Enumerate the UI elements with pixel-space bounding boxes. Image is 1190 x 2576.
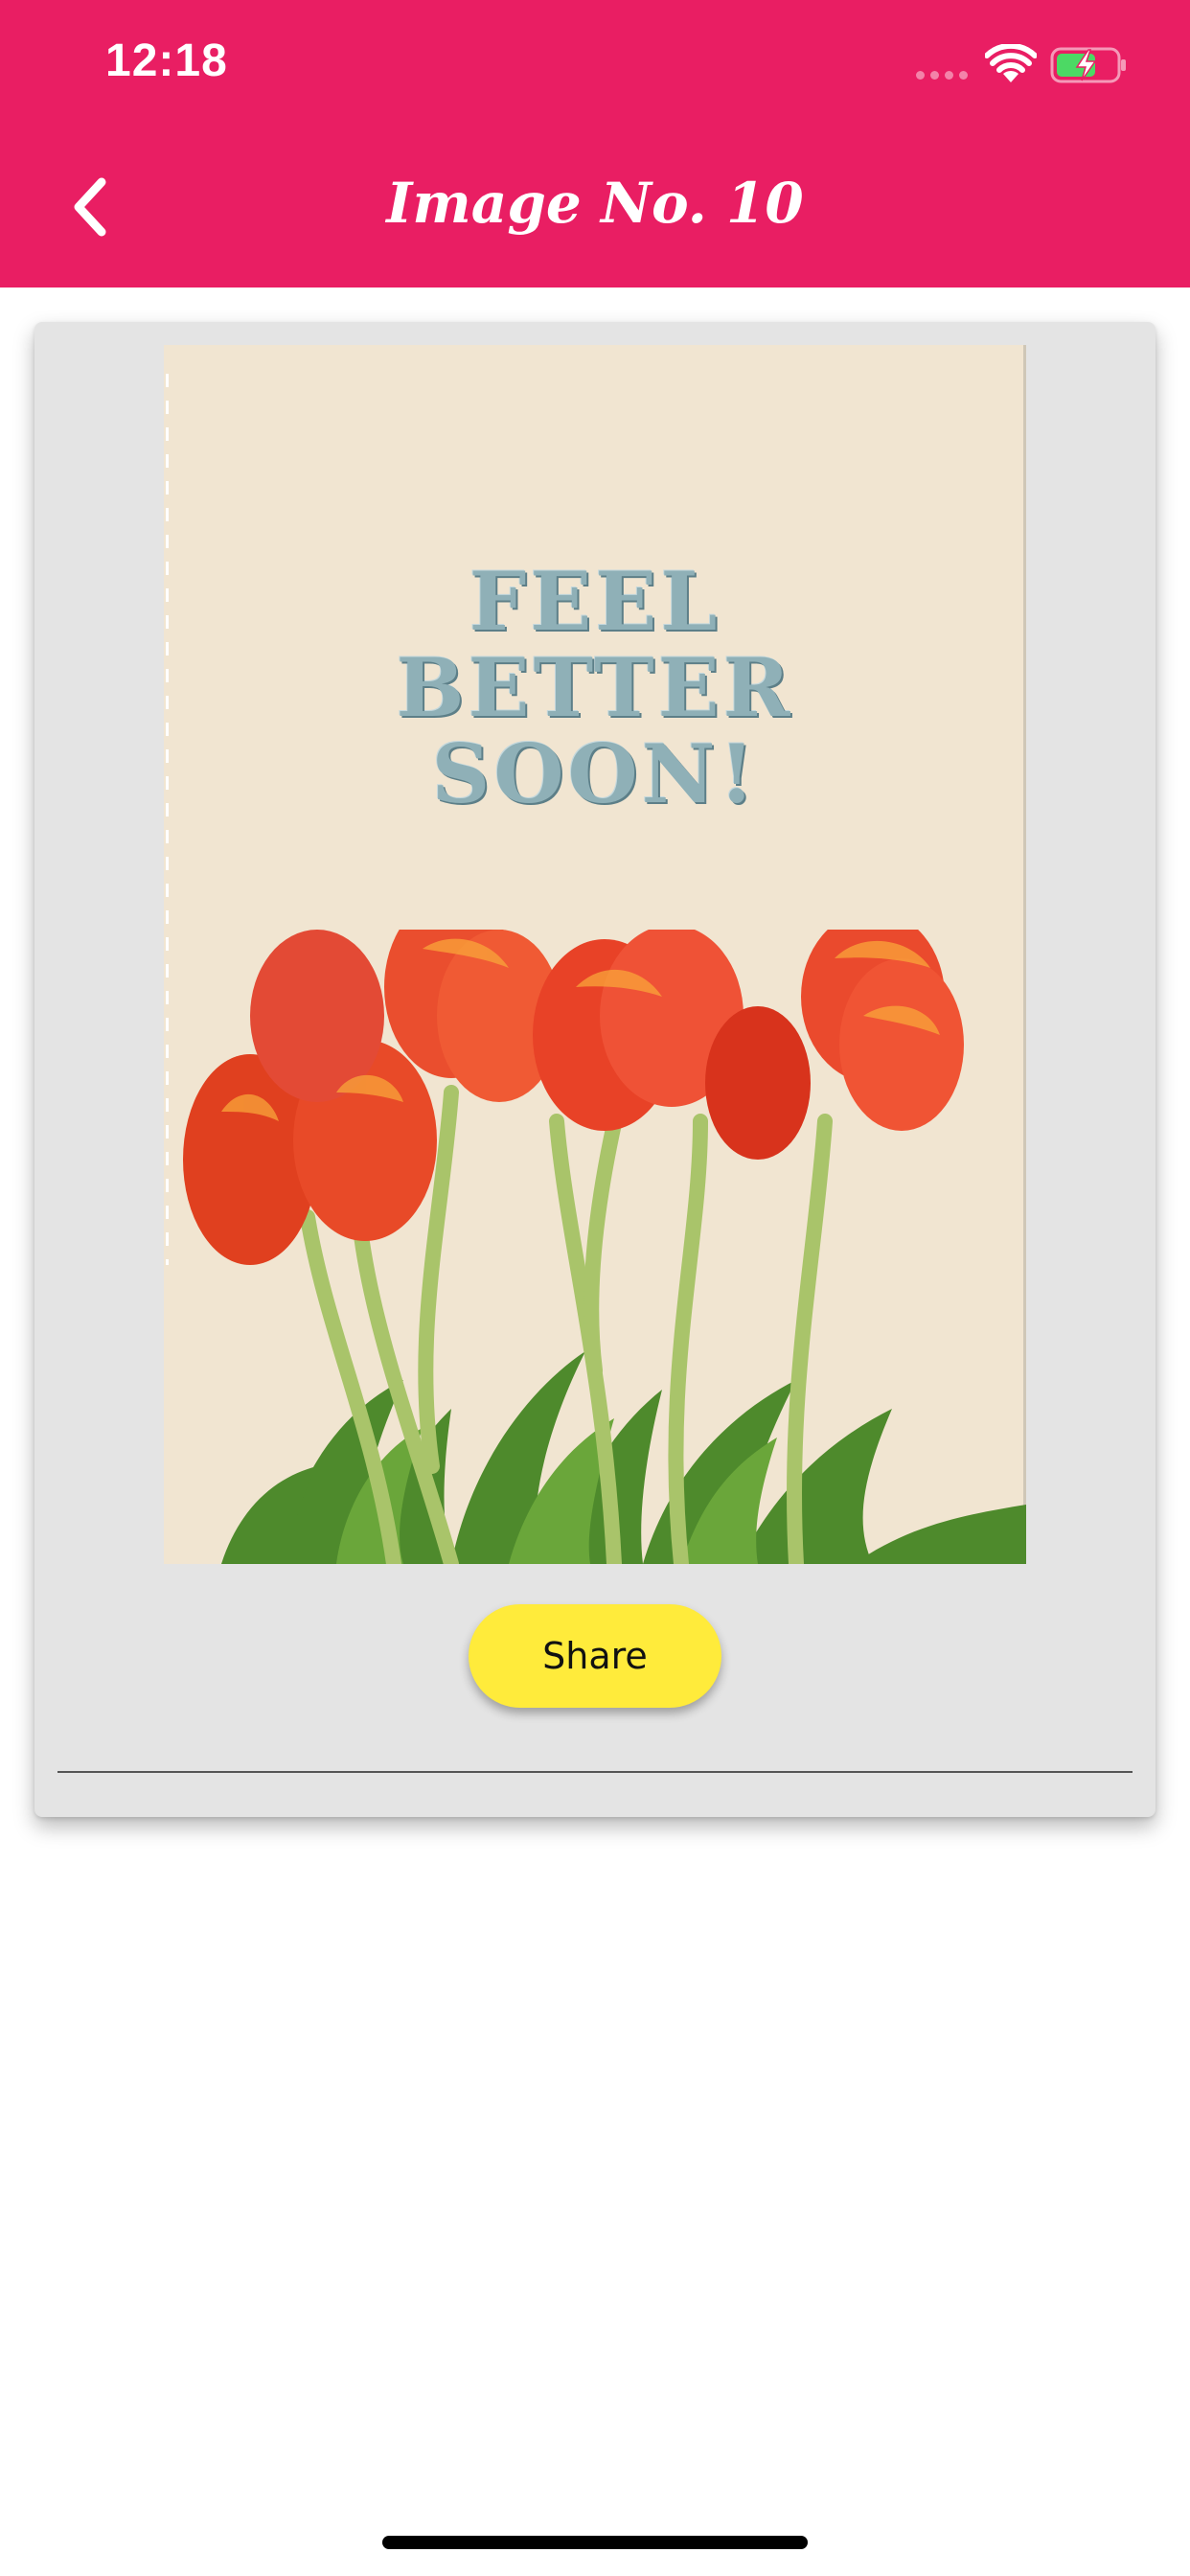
page-title: Image No. 10 xyxy=(386,171,804,236)
wifi-icon xyxy=(985,44,1037,82)
headline-line-3: SOON! xyxy=(431,726,759,821)
app-header: 12:18 Image No. 10 xyxy=(0,0,1190,288)
tulips-illustration xyxy=(183,930,1026,1564)
share-button[interactable]: Share xyxy=(469,1604,721,1708)
image-card: FEEL BETTER SOON! Share xyxy=(34,322,1156,1817)
greeting-card-image: FEEL BETTER SOON! xyxy=(164,345,1026,1564)
divider xyxy=(57,1771,1133,1773)
battery-charging-icon xyxy=(1050,47,1126,83)
cellular-signal-icon xyxy=(916,71,968,80)
headline-line-1: FEEL xyxy=(469,554,721,649)
home-indicator[interactable] xyxy=(382,2536,808,2549)
status-time: 12:18 xyxy=(105,35,228,86)
headline-line-2: BETTER xyxy=(396,640,794,735)
